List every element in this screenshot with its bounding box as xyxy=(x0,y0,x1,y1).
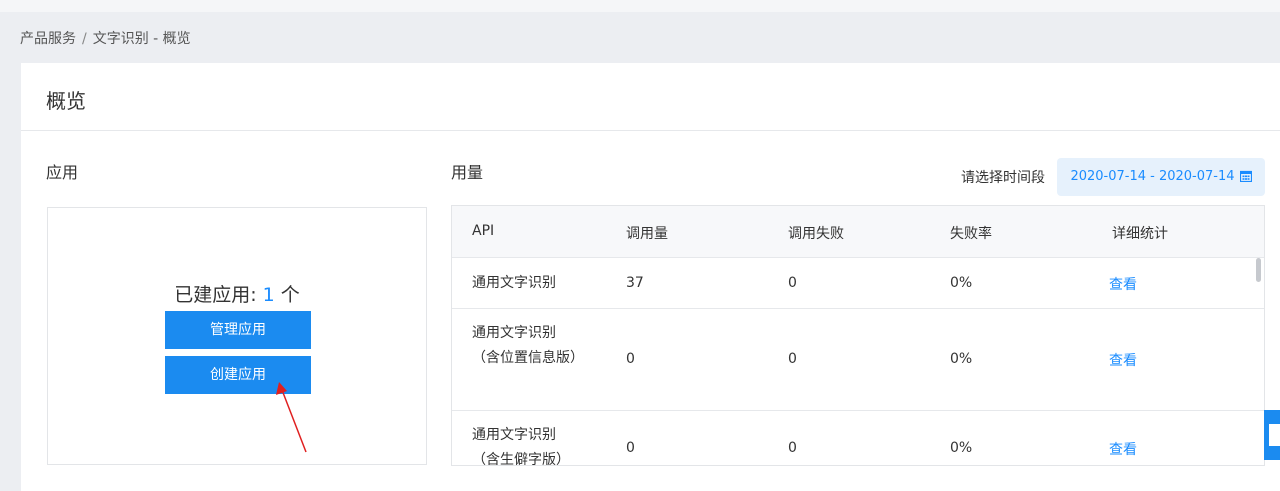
annotation-arrow-icon xyxy=(276,382,307,453)
